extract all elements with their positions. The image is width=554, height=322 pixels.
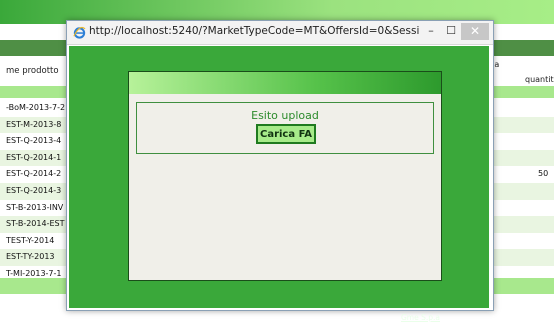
- product-cell: T-MI-2013-7-1: [6, 268, 62, 278]
- upload-result-title: Esito upload: [251, 109, 319, 122]
- column-header-quantity: quantità: [525, 75, 554, 84]
- minimize-button[interactable]: –: [423, 23, 439, 40]
- upload-result-box: Esito upload Carica FA: [136, 102, 434, 154]
- maximize-button[interactable]: ☐: [443, 23, 459, 40]
- popup-title-bar[interactable]: http://localhost:5240/?MarketTypeCode=MT…: [67, 21, 493, 45]
- product-cell: -BoM-2013-7-2: [6, 103, 66, 112]
- product-cell: ST-B-2014-EST: [6, 219, 65, 229]
- upload-popup-window: http://localhost:5240/?MarketTypeCode=MT…: [66, 20, 494, 322]
- product-cell: EST-M-2013-8: [6, 119, 62, 129]
- product-cell: EST-Q-2014-3: [6, 185, 62, 195]
- product-cell: TEST-Y-2014: [6, 235, 55, 245]
- quantity-cell: 50: [538, 169, 549, 179]
- gme-footer-link[interactable]: Gme S.p.a: [401, 313, 440, 322]
- ie-icon: [73, 26, 86, 39]
- close-button[interactable]: ✕: [461, 23, 489, 40]
- product-cell: EST-Q-2014-1: [6, 152, 62, 162]
- product-cell: EST-TY-2013: [6, 252, 55, 262]
- product-cell: EST-Q-2013-4: [6, 136, 62, 146]
- popup-url: http://localhost:5240/?MarketTypeCode=MT…: [89, 25, 419, 37]
- popup-content: Esito upload Carica FA Gme S.p.a: [69, 46, 489, 322]
- upload-panel-header: [129, 72, 441, 94]
- product-cell: EST-Q-2014-2: [6, 169, 62, 179]
- column-header-product: me prodotto: [6, 66, 59, 76]
- upload-panel: Esito upload Carica FA: [128, 71, 442, 281]
- product-cell: ST-B-2013-INV: [6, 202, 64, 212]
- carica-fa-button[interactable]: Carica FA: [256, 124, 316, 144]
